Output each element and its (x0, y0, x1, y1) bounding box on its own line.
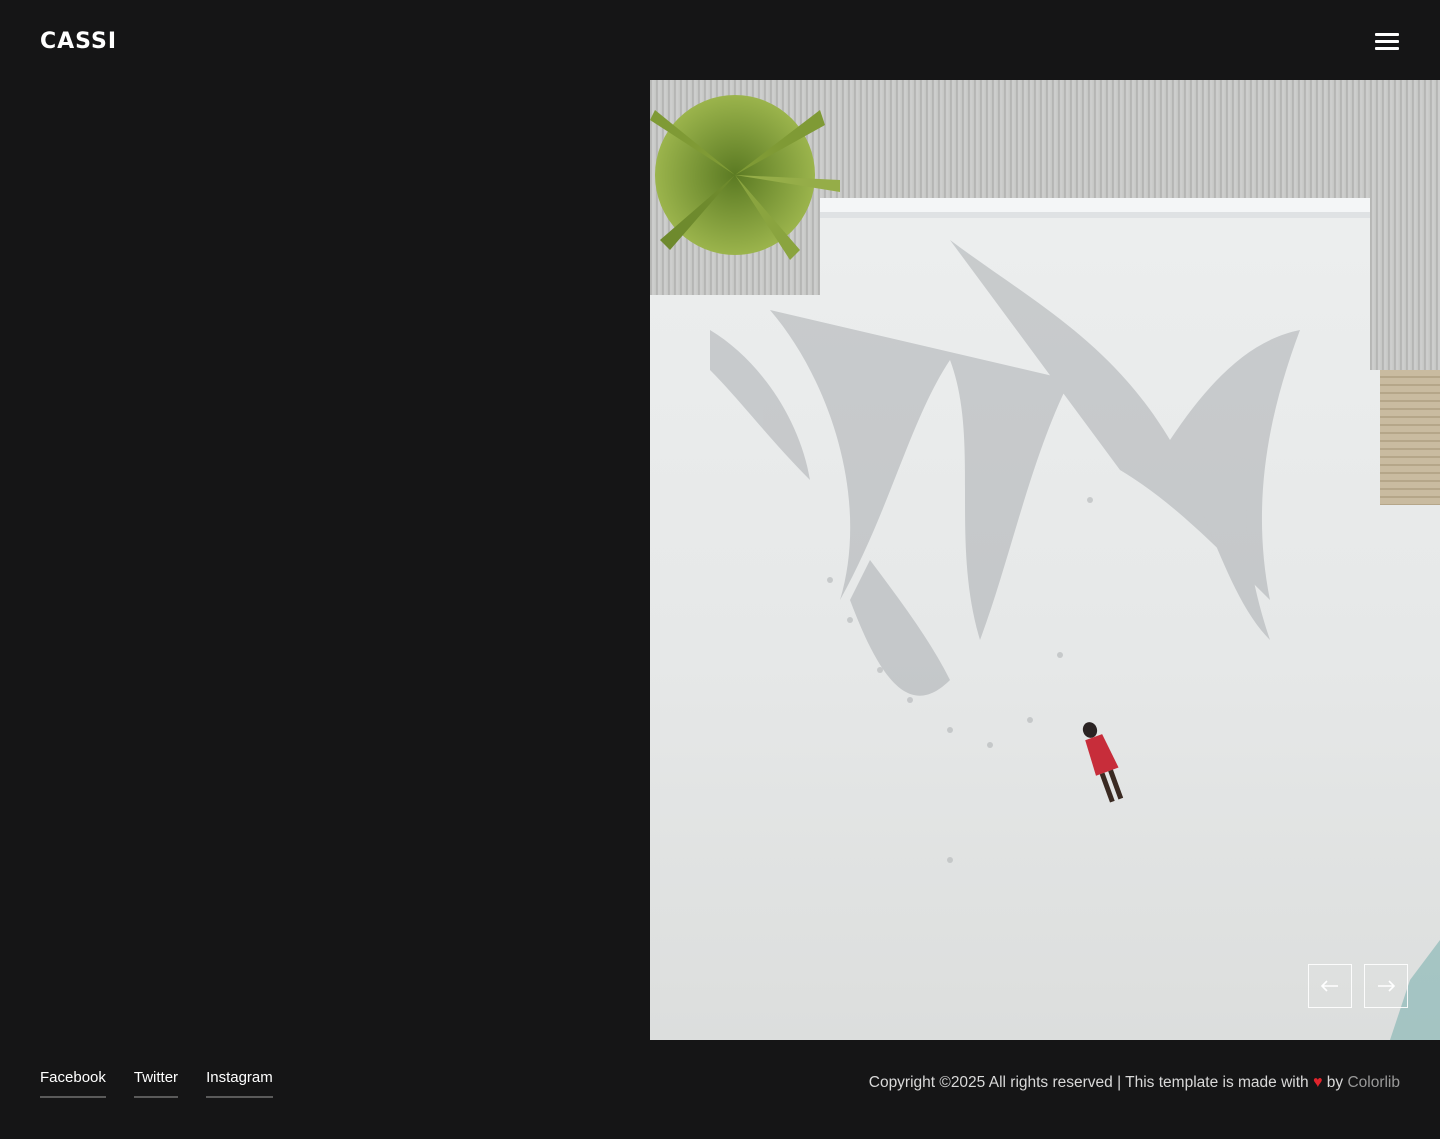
page: CASSI Facebook Twitter Instagram Copyrig… (0, 0, 1440, 1139)
menu-bar (1375, 40, 1399, 43)
menu-bar (1375, 47, 1399, 50)
menu-bar (1375, 33, 1399, 36)
arrow-right-icon (1378, 980, 1395, 992)
social-link-instagram[interactable]: Instagram (206, 1067, 273, 1098)
social-link-twitter[interactable]: Twitter (133, 1067, 179, 1098)
hero-image (650, 80, 1440, 1040)
copyright-text: Copyright ©2025 All rights reserved | Th… (869, 1072, 1400, 1094)
copyright-prefix: Copyright ©2025 All rights reserved | Th… (868, 1074, 1313, 1091)
social-link-facebook[interactable]: Facebook (40, 1067, 106, 1098)
hamburger-menu-icon[interactable] (1372, 30, 1402, 54)
slider-prev-button[interactable] (1308, 964, 1352, 1008)
social-links: Facebook Twitter Instagram (40, 1067, 273, 1098)
aerial-beach-photo (650, 80, 1440, 1040)
slider-next-button[interactable] (1364, 964, 1408, 1008)
colorlib-link[interactable]: Colorlib (1347, 1074, 1400, 1091)
copyright-by: by (1322, 1074, 1348, 1091)
arrow-left-icon (1321, 980, 1338, 992)
logo[interactable]: CASSI (40, 28, 117, 56)
